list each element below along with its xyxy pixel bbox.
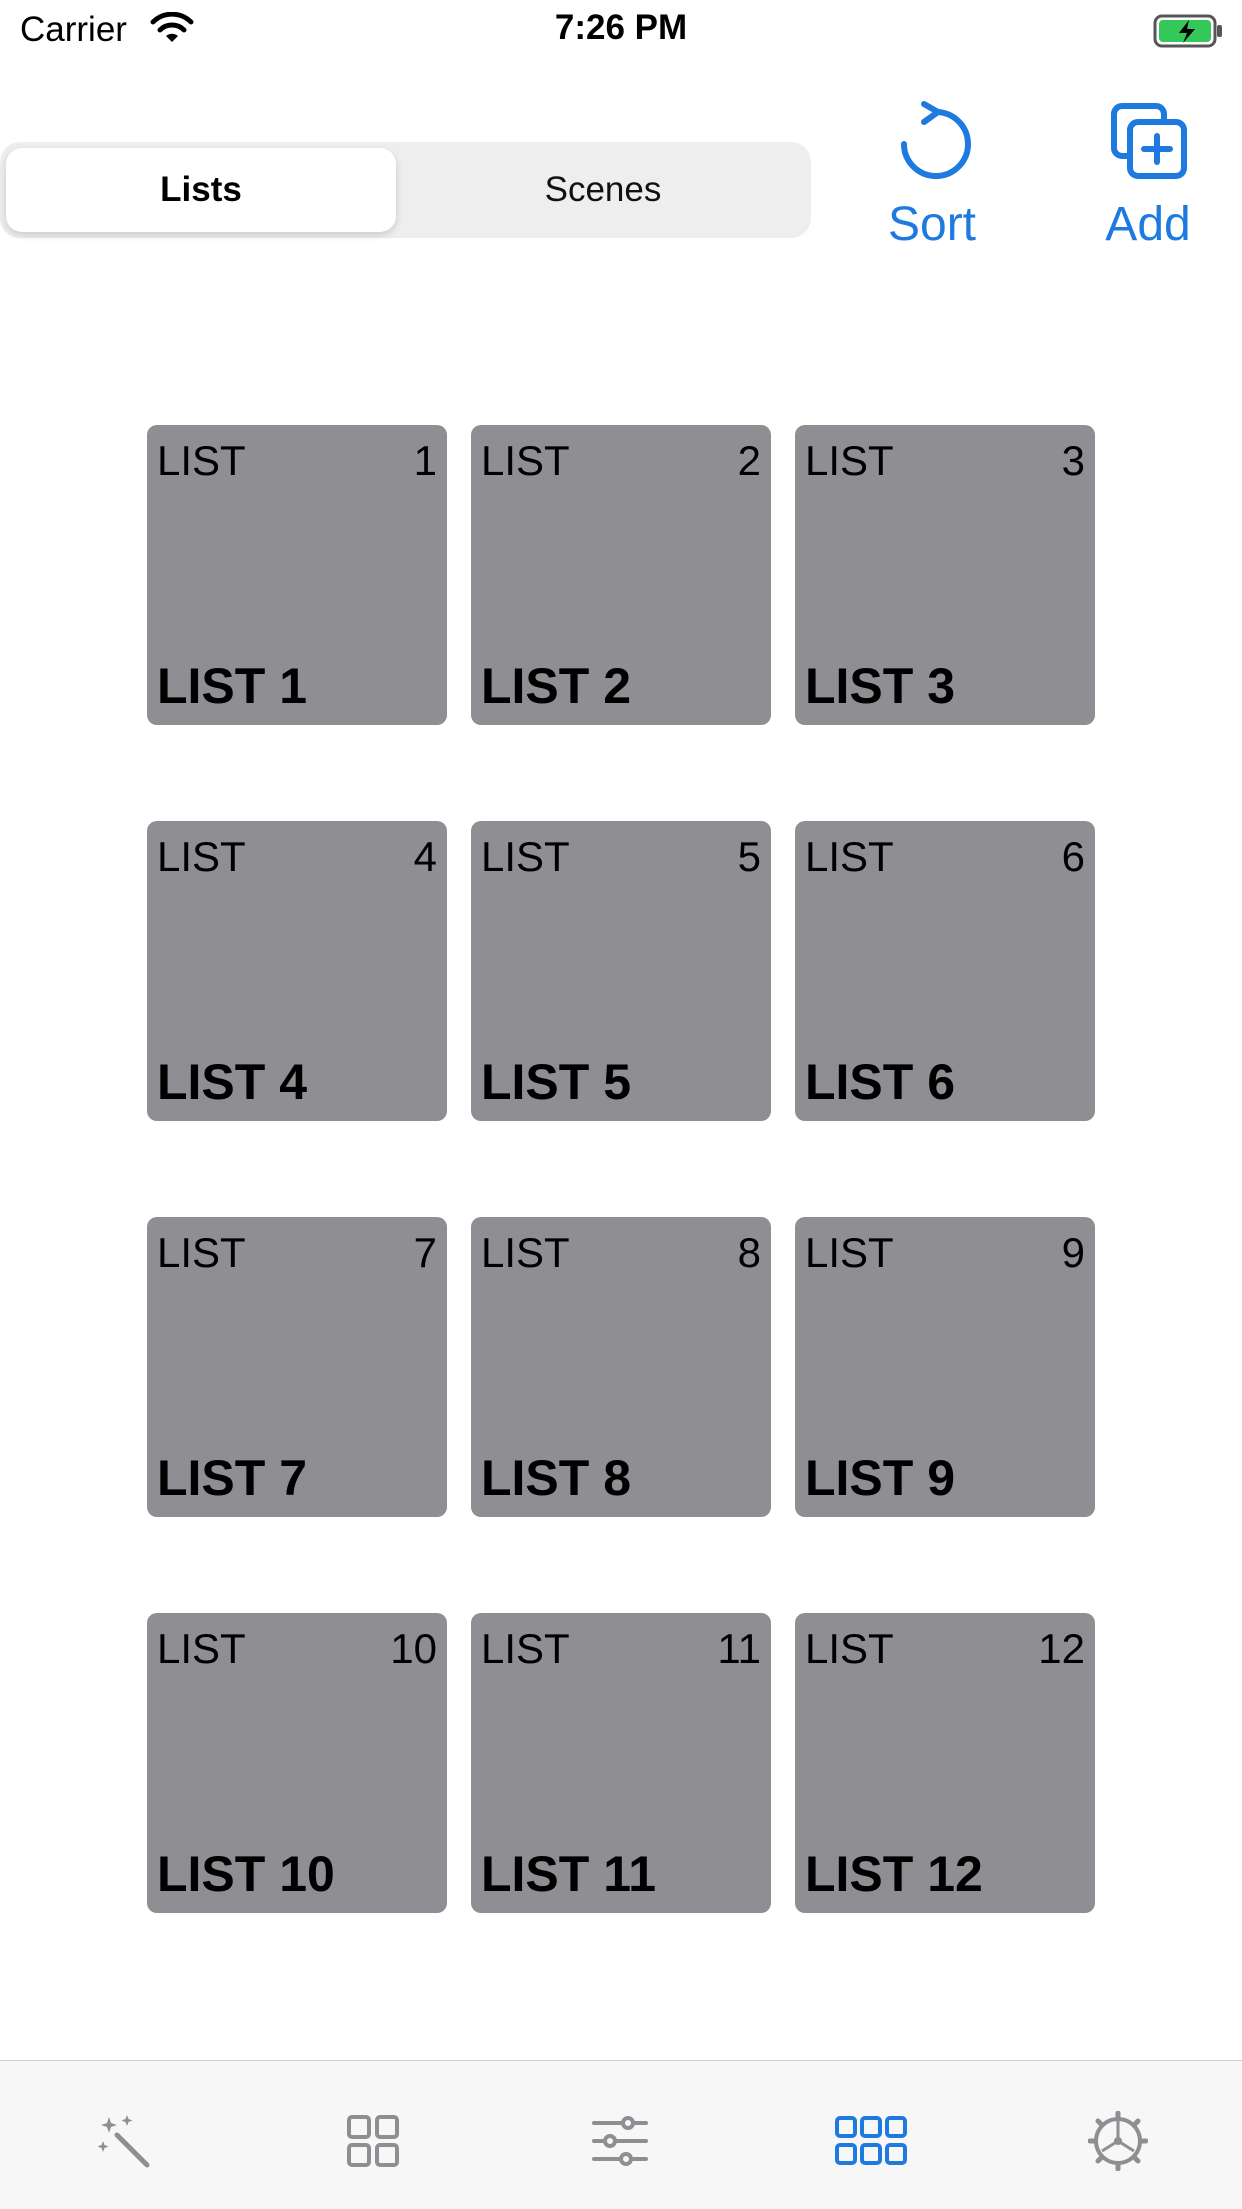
- tile-number: 7: [413, 1229, 437, 1276]
- lists-scenes-segmented-control: Lists Scenes: [0, 142, 811, 238]
- battery-icon: [1153, 14, 1225, 53]
- list-tile[interactable]: LIST 3 LIST 3: [795, 425, 1095, 725]
- tab-bar: [0, 2060, 1242, 2209]
- tile-name: LIST 7: [157, 1450, 308, 1506]
- sort-label: Sort: [887, 198, 977, 251]
- tile-number: 9: [1061, 1229, 1085, 1276]
- tile-corner-label: LIST: [481, 1625, 570, 1672]
- tile-name: LIST 3: [805, 658, 956, 714]
- tile-name: LIST 6: [805, 1054, 956, 1110]
- sliders-icon: [590, 2113, 650, 2174]
- tile-number: 6: [1061, 833, 1085, 880]
- tile-number: 1: [413, 437, 437, 484]
- add-button[interactable]: Add: [1068, 100, 1228, 270]
- tab-grid[interactable]: [333, 2103, 413, 2183]
- tile-corner-label: LIST: [481, 437, 570, 484]
- status-bar: Carrier 7:26 PM: [0, 0, 1242, 62]
- tile-number: 3: [1061, 437, 1085, 484]
- tile-corner-label: LIST: [157, 833, 246, 880]
- tile-corner-label: LIST: [157, 437, 246, 484]
- list-tile[interactable]: LIST 4 LIST 4: [147, 821, 447, 1121]
- tile-name: LIST 1: [157, 658, 308, 714]
- add-copy-icon: [1068, 100, 1228, 189]
- tile-name: LIST 11: [481, 1846, 657, 1902]
- tile-number: 10: [390, 1625, 437, 1672]
- tile-corner-label: LIST: [481, 1229, 570, 1276]
- tile-corner-label: LIST: [805, 833, 894, 880]
- tile-number: 4: [413, 833, 437, 880]
- status-time: 7:26 PM: [554, 8, 688, 47]
- list-tile[interactable]: LIST 9 LIST 9: [795, 1217, 1095, 1517]
- tile-name: LIST 9: [805, 1450, 956, 1506]
- tile-name: LIST 8: [481, 1450, 632, 1506]
- list-tile[interactable]: LIST 12 LIST 12: [795, 1613, 1095, 1913]
- tile-corner-label: LIST: [805, 1229, 894, 1276]
- tile-corner-label: LIST: [805, 1625, 894, 1672]
- tab-adjust[interactable]: [580, 2103, 660, 2183]
- list-tile[interactable]: LIST 6 LIST 6: [795, 821, 1095, 1121]
- tile-corner-label: LIST: [805, 437, 894, 484]
- tile-corner-label: LIST: [157, 1229, 246, 1276]
- segment-scenes[interactable]: Scenes: [408, 148, 798, 232]
- gear-icon: [1087, 2110, 1149, 2176]
- tab-magic[interactable]: [85, 2103, 165, 2183]
- list-tile[interactable]: LIST 1 LIST 1: [147, 425, 447, 725]
- tab-settings[interactable]: [1078, 2103, 1158, 2183]
- sort-button[interactable]: Sort: [852, 100, 1012, 270]
- grid-3x2-icon: [834, 2115, 908, 2172]
- tile-name: LIST 2: [481, 658, 632, 714]
- list-tile[interactable]: LIST 10 LIST 10: [147, 1613, 447, 1913]
- magic-wand-icon: [95, 2111, 155, 2176]
- tile-corner-label: LIST: [157, 1625, 246, 1672]
- add-label: Add: [1105, 198, 1191, 251]
- segment-lists[interactable]: Lists: [6, 148, 396, 232]
- list-tile[interactable]: LIST 2 LIST 2: [471, 425, 771, 725]
- list-tile[interactable]: LIST 11 LIST 11: [471, 1613, 771, 1913]
- tile-number: 2: [737, 437, 761, 484]
- tile-corner-label: LIST: [481, 833, 570, 880]
- tile-name: LIST 10: [157, 1846, 335, 1902]
- list-tile[interactable]: LIST 8 LIST 8: [471, 1217, 771, 1517]
- tile-name: LIST 12: [805, 1846, 983, 1902]
- tile-number: 11: [717, 1625, 761, 1672]
- list-tile[interactable]: LIST 5 LIST 5: [471, 821, 771, 1121]
- tile-name: LIST 5: [481, 1054, 632, 1110]
- grid-2x2-icon: [345, 2113, 401, 2174]
- tab-lists[interactable]: [828, 2103, 914, 2183]
- tile-number: 5: [737, 833, 761, 880]
- refresh-icon: [852, 100, 1012, 189]
- list-tile[interactable]: LIST 7 LIST 7: [147, 1217, 447, 1517]
- tile-number: 8: [737, 1229, 761, 1276]
- tile-name: LIST 4: [157, 1054, 308, 1110]
- tile-number: 12: [1038, 1625, 1085, 1672]
